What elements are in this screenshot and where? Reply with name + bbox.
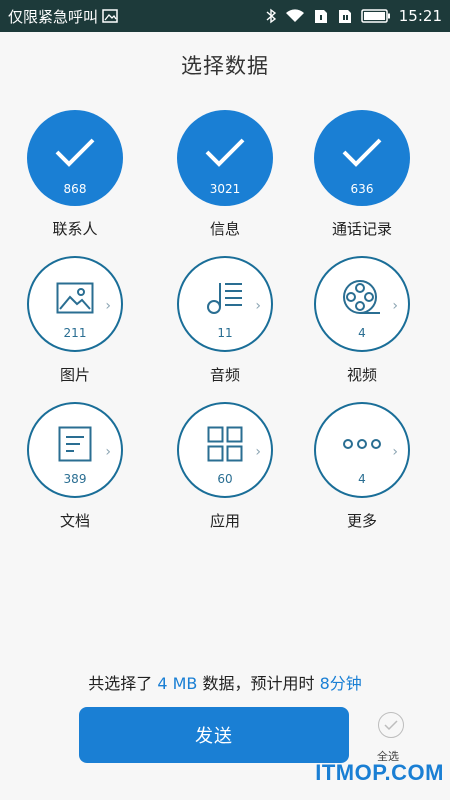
checked-circle[interactable]: 3021: [177, 110, 273, 206]
bluetooth-icon: [265, 8, 277, 24]
chevron-right-icon: ›: [105, 444, 111, 460]
item-label: 更多: [346, 512, 377, 530]
summary-size: 4 MB: [157, 674, 198, 693]
item-label: 文档: [59, 512, 90, 530]
item-count: 636: [350, 182, 374, 196]
select-all-toggle[interactable]: 全选: [374, 712, 408, 764]
tile-audio[interactable]: › 11 音频: [175, 256, 275, 385]
item-count: 3021: [209, 182, 241, 196]
item-label: 音频: [209, 366, 240, 384]
item-label: 应用: [209, 512, 240, 530]
tile-apps[interactable]: › 60 应用: [175, 402, 275, 531]
tile-documents[interactable]: › 389 文档: [25, 402, 125, 531]
chevron-right-icon: ›: [255, 444, 261, 460]
item-label: 联系人: [52, 220, 98, 238]
tile-call-log[interactable]: 636 通话记录: [312, 110, 412, 239]
tile-video[interactable]: › 4 视频: [312, 256, 412, 385]
film-reel-icon: [342, 279, 382, 317]
item-count: 11: [217, 326, 233, 340]
checked-circle[interactable]: 868: [27, 110, 123, 206]
tile-messages[interactable]: 3021 信息: [175, 110, 275, 239]
unchecked-circle[interactable]: › 211: [27, 256, 123, 352]
tile-pictures[interactable]: › 211 图片: [25, 256, 125, 385]
unchecked-circle[interactable]: › 389: [27, 402, 123, 498]
send-button[interactable]: 发送: [79, 707, 349, 763]
item-count: 389: [63, 472, 87, 486]
chevron-right-icon: ›: [392, 298, 398, 314]
unchecked-circle[interactable]: › 11: [177, 256, 273, 352]
summary-time: 8分钟: [319, 674, 362, 693]
unchecked-circle[interactable]: › 60: [177, 402, 273, 498]
sim2-icon: [337, 8, 353, 24]
status-bar: 仅限紧急呼叫 15:21: [0, 0, 450, 32]
sim1-icon: [313, 8, 329, 24]
check-icon: [203, 135, 247, 169]
selection-summary: 共选择了 4 MB 数据，预计用时 8分钟: [0, 670, 450, 694]
clock: 15:21: [398, 7, 442, 25]
page-title: 选择数据: [181, 54, 269, 78]
item-label: 图片: [59, 366, 90, 384]
item-label: 信息: [209, 220, 240, 238]
status-right: 15:21: [265, 7, 442, 25]
item-count: 4: [358, 472, 366, 486]
image-icon: [102, 8, 118, 24]
chevron-right-icon: ›: [105, 298, 111, 314]
tile-more[interactable]: › 4 更多: [312, 402, 412, 531]
summary-middle: 数据，预计用时: [202, 674, 315, 693]
item-label: 视频: [346, 366, 377, 384]
item-count: 4: [358, 326, 366, 340]
summary-prefix: 共选择了: [88, 674, 153, 693]
battery-icon: [361, 8, 391, 24]
wifi-icon: [285, 8, 305, 24]
item-count: 211: [63, 326, 87, 340]
checked-circle[interactable]: 636: [314, 110, 410, 206]
item-count: 60: [217, 472, 233, 486]
chevron-right-icon: ›: [255, 298, 261, 314]
more-dots-icon: [342, 438, 382, 450]
picture-icon: [56, 282, 94, 314]
tile-contacts[interactable]: 868 联系人: [25, 110, 125, 239]
item-count: 868: [63, 182, 87, 196]
unchecked-circle[interactable]: › 4: [314, 256, 410, 352]
check-icon: [340, 135, 384, 169]
music-icon: [205, 280, 245, 316]
carrier-text: 仅限紧急呼叫: [8, 7, 99, 26]
check-icon: [53, 135, 97, 169]
item-label: 通话记录: [331, 220, 392, 238]
document-icon: [58, 426, 92, 462]
watermark: ITMOP.COM: [315, 760, 444, 785]
check-circle-icon[interactable]: [378, 712, 404, 738]
apps-grid-icon: [207, 426, 243, 462]
unchecked-circle[interactable]: › 4: [314, 402, 410, 498]
chevron-right-icon: ›: [392, 444, 398, 460]
status-left: 仅限紧急呼叫: [8, 6, 118, 27]
